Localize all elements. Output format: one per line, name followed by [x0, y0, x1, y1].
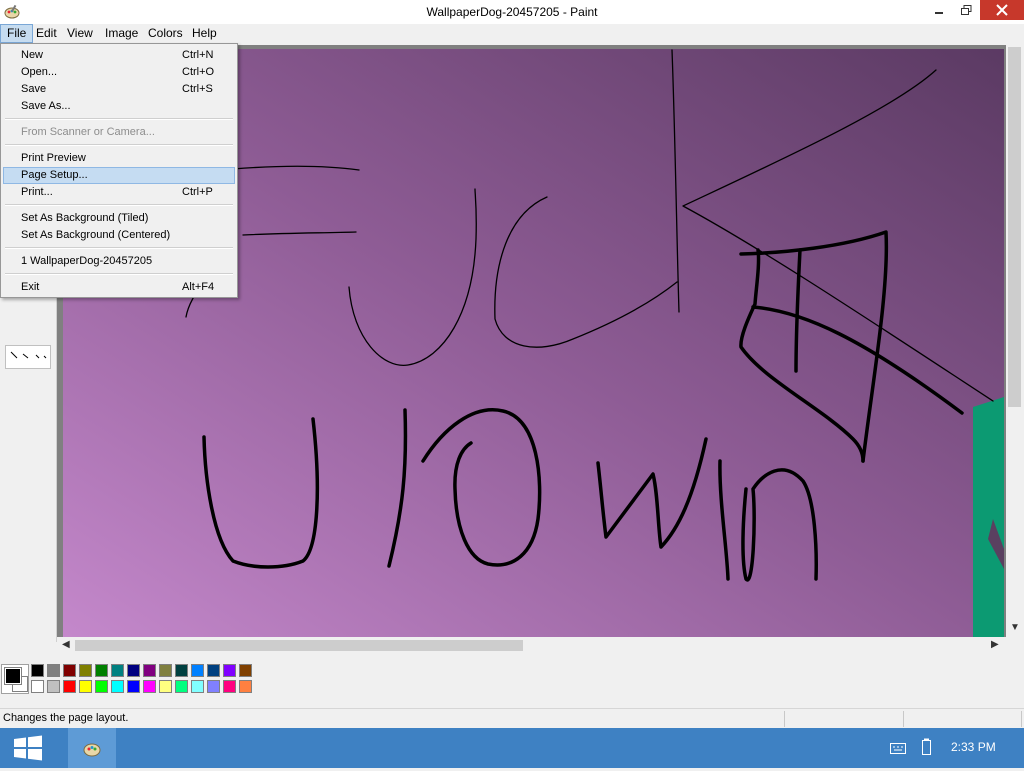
color-swatch[interactable]	[239, 664, 252, 677]
menu-file[interactable]: File	[0, 24, 34, 43]
restore-button[interactable]	[952, 0, 980, 20]
restore-icon	[960, 4, 971, 15]
menu-item-exit[interactable]: Exit Alt+F4	[3, 279, 235, 296]
file-menu-dropdown: New Ctrl+N Open... Ctrl+O Save Ctrl+S Sa…	[0, 43, 238, 298]
menu-separator	[5, 144, 233, 146]
color-swatch[interactable]	[47, 664, 60, 677]
color-palette	[0, 656, 1024, 702]
minimize-icon	[935, 12, 943, 14]
status-separator	[1021, 711, 1022, 727]
vertical-scrollbar[interactable]: ▼	[1006, 45, 1023, 638]
color-swatch[interactable]	[47, 680, 60, 693]
current-colors[interactable]	[1, 664, 29, 694]
color-swatch[interactable]	[239, 680, 252, 693]
color-swatch[interactable]	[127, 680, 140, 693]
menu-item-save-as[interactable]: Save As...	[3, 98, 235, 115]
menu-item-save[interactable]: Save Ctrl+S	[3, 81, 235, 98]
color-swatch[interactable]	[79, 664, 92, 677]
menu-image[interactable]: Image	[99, 24, 144, 43]
menu-item-new[interactable]: New Ctrl+N	[3, 47, 235, 64]
color-swatch[interactable]	[223, 664, 236, 677]
menu-edit[interactable]: Edit	[30, 24, 63, 43]
menu-separator	[5, 204, 233, 206]
menu-item-from-scanner: From Scanner or Camera...	[21, 126, 155, 138]
menu-item-background-centered[interactable]: Set As Background (Centered)	[3, 227, 235, 244]
color-swatch[interactable]	[207, 680, 220, 693]
close-button[interactable]	[980, 0, 1024, 20]
color-swatch[interactable]	[31, 680, 44, 693]
menu-separator	[5, 273, 233, 275]
battery-icon[interactable]	[921, 738, 933, 759]
menu-separator	[5, 118, 233, 120]
status-text: Changes the page layout.	[3, 712, 129, 724]
line-width-icon	[10, 351, 47, 359]
color-swatch[interactable]	[31, 664, 44, 677]
title-bar: WallpaperDog-20457205 - Paint	[0, 0, 1024, 24]
color-swatch[interactable]	[175, 664, 188, 677]
taskbar: 2:33 PM	[0, 728, 1024, 768]
menu-view[interactable]: View	[61, 24, 99, 43]
start-button[interactable]	[10, 733, 46, 763]
foreground-color-swatch[interactable]	[4, 667, 22, 685]
keyboard-icon[interactable]	[890, 741, 906, 758]
color-swatch[interactable]	[159, 680, 172, 693]
status-bar: Changes the page layout.	[0, 708, 1024, 729]
scroll-left-arrow-icon[interactable]: ◀	[62, 639, 70, 650]
color-swatch[interactable]	[143, 664, 156, 677]
scroll-down-arrow-icon[interactable]: ▼	[1010, 622, 1020, 633]
color-swatch[interactable]	[175, 680, 188, 693]
menu-item-print[interactable]: Print... Ctrl+P	[3, 184, 235, 201]
color-swatch[interactable]	[191, 664, 204, 677]
menu-help[interactable]: Help	[186, 24, 223, 43]
paint-taskbar-icon	[83, 743, 101, 757]
tool-options-panel[interactable]	[5, 345, 51, 369]
menu-separator	[5, 247, 233, 249]
menu-item-page-setup[interactable]: Page Setup...	[3, 167, 235, 184]
menu-item-open[interactable]: Open... Ctrl+O	[3, 64, 235, 81]
menu-colors[interactable]: Colors	[142, 24, 189, 43]
menu-item-recent-file[interactable]: 1 WallpaperDog-20457205	[3, 253, 235, 270]
color-swatch[interactable]	[63, 680, 76, 693]
color-swatch[interactable]	[63, 664, 76, 677]
color-swatch[interactable]	[95, 680, 108, 693]
scroll-right-arrow-icon[interactable]: ▶	[991, 639, 999, 650]
color-swatch[interactable]	[111, 680, 124, 693]
taskbar-paint-button[interactable]	[68, 728, 116, 768]
status-separator	[903, 711, 904, 727]
color-swatch[interactable]	[111, 664, 124, 677]
color-swatch[interactable]	[95, 664, 108, 677]
menu-item-background-tiled[interactable]: Set As Background (Tiled)	[3, 210, 235, 227]
horizontal-scroll-thumb[interactable]	[75, 640, 523, 651]
menu-bar: File Edit View Image Colors Help	[0, 24, 1024, 43]
color-swatch[interactable]	[191, 680, 204, 693]
color-swatch[interactable]	[79, 680, 92, 693]
vertical-scroll-thumb[interactable]	[1008, 47, 1021, 407]
color-swatch[interactable]	[159, 664, 172, 677]
taskbar-clock[interactable]: 2:33 PM	[951, 740, 996, 754]
menu-item-print-preview[interactable]: Print Preview	[3, 150, 235, 167]
status-separator	[784, 711, 785, 727]
color-swatch[interactable]	[223, 680, 236, 693]
window-title: WallpaperDog-20457205 - Paint	[426, 5, 598, 19]
minimize-button[interactable]	[924, 0, 954, 20]
color-swatch[interactable]	[127, 664, 140, 677]
windows-logo-icon	[14, 735, 42, 761]
color-swatch[interactable]	[207, 664, 220, 677]
close-icon	[996, 4, 1008, 16]
color-swatch[interactable]	[143, 680, 156, 693]
horizontal-scrollbar[interactable]: ◀ ▶	[57, 637, 1006, 654]
